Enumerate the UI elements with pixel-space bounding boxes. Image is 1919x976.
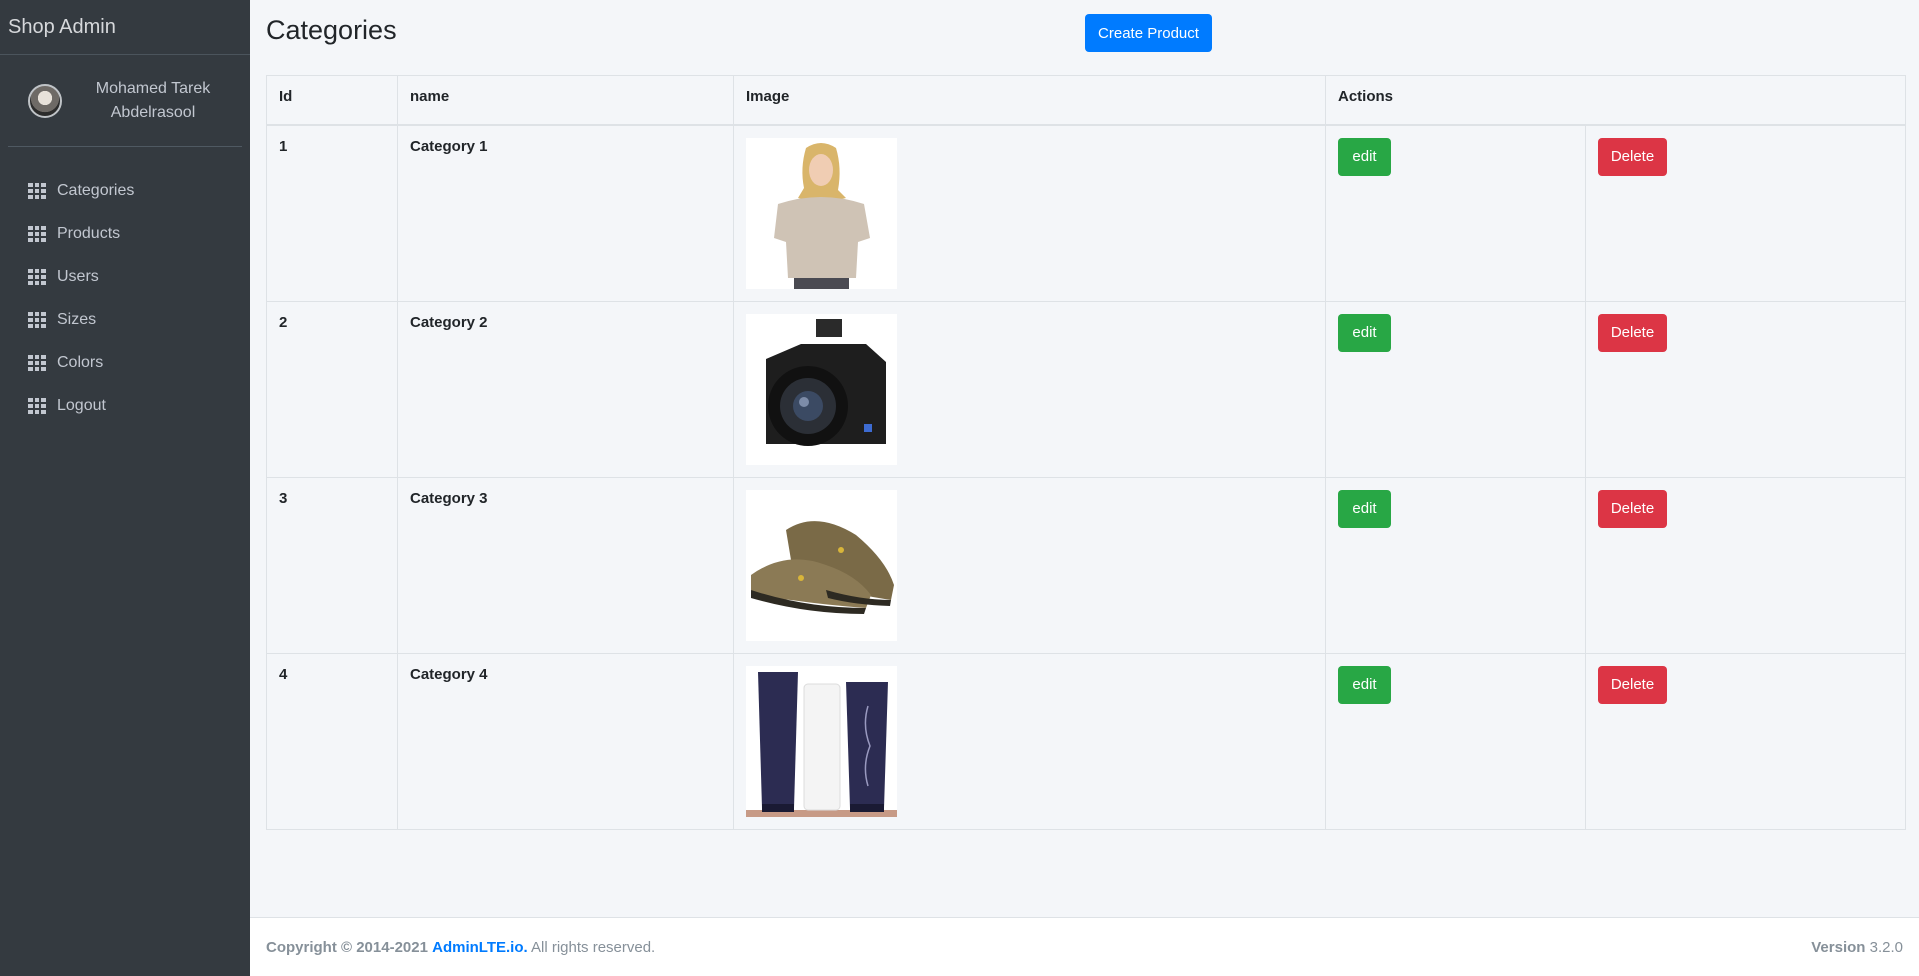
cell-id: 4 <box>266 652 398 830</box>
grid-icon <box>28 182 46 199</box>
sidebar: Shop Admin Mohamed Tarek Abdelrasool Cat… <box>0 0 250 976</box>
cell-delete: Delete <box>1584 124 1907 302</box>
sidebar-item-colors[interactable]: Colors <box>0 341 250 384</box>
cell-image <box>733 300 1326 478</box>
sidebar-item-label: Logout <box>57 396 106 414</box>
table-row: 2 Category 2 edit Delete <box>266 300 1907 478</box>
categories-table: Id name Image Actions 1 Category 1 edit … <box>266 75 1907 830</box>
table-row: 4 Category 4 edit Delete <box>266 652 1907 830</box>
cell-delete: Delete <box>1584 652 1907 830</box>
grid-icon <box>28 354 46 371</box>
footer: Copyright © 2014-2021 AdminLTE.io. All r… <box>250 917 1919 976</box>
brand[interactable]: Shop Admin <box>0 0 250 55</box>
edit-button[interactable]: edit <box>1338 137 1391 176</box>
sidebar-item-sizes[interactable]: Sizes <box>0 298 250 341</box>
shoes-photo <box>746 489 897 641</box>
avatar[interactable] <box>28 83 62 118</box>
delete-button[interactable]: Delete <box>1598 313 1667 352</box>
edit-button[interactable]: edit <box>1338 313 1391 352</box>
sidebar-item-label: Colors <box>57 353 104 371</box>
cell-name: Category 3 <box>397 476 734 654</box>
cell-delete: Delete <box>1584 476 1907 654</box>
sidebar-item-users[interactable]: Users <box>0 255 250 298</box>
column-header-id: Id <box>266 75 398 126</box>
cell-image <box>733 652 1326 830</box>
sweater-woman-photo <box>746 137 897 289</box>
main-content: Categories Create Product Id name Image … <box>250 0 1919 917</box>
copyright-text: Copyright © 2014-2021 <box>266 938 428 956</box>
cell-delete: Delete <box>1584 300 1907 478</box>
table-row: 1 Category 1 edit Delete <box>266 124 1907 302</box>
sidebar-item-label: Categories <box>57 181 135 199</box>
sidebar-item-label: Users <box>57 267 99 285</box>
edit-button[interactable]: edit <box>1338 665 1391 704</box>
cell-edit: edit <box>1325 300 1586 478</box>
version-label: Version <box>1811 938 1866 956</box>
adminlte-link[interactable]: AdminLTE.io. <box>432 939 528 956</box>
sidebar-item-products[interactable]: Products <box>0 212 250 255</box>
table-row: 3 Category 3 edit Delete <box>266 476 1907 654</box>
create-product-button[interactable]: Create Product <box>1085 14 1212 52</box>
grid-icon <box>28 311 46 328</box>
categories-table-wrapper: Id name Image Actions 1 Category 1 edit … <box>266 75 1907 830</box>
cell-id: 2 <box>266 300 398 478</box>
user-panel: Mohamed Tarek Abdelrasool <box>8 55 242 147</box>
delete-button[interactable]: Delete <box>1598 137 1667 176</box>
column-header-name: name <box>397 75 734 126</box>
cell-id: 1 <box>266 124 398 302</box>
cell-edit: edit <box>1325 652 1586 830</box>
cell-image <box>733 124 1326 302</box>
sidebar-item-label: Sizes <box>57 310 97 328</box>
cell-id: 3 <box>266 476 398 654</box>
camera-photo <box>746 313 897 465</box>
skincare-tubes-photo <box>746 665 897 817</box>
grid-icon <box>28 225 46 242</box>
sidebar-item-logout[interactable]: Logout <box>0 384 250 427</box>
cell-name: Category 4 <box>397 652 734 830</box>
column-header-image: Image <box>733 75 1326 126</box>
delete-button[interactable]: Delete <box>1598 489 1667 528</box>
footer-copyright: Copyright © 2014-2021 AdminLTE.io. All r… <box>266 939 655 956</box>
cell-name: Category 2 <box>397 300 734 478</box>
cell-edit: edit <box>1325 476 1586 654</box>
sidebar-item-label: Products <box>57 224 121 242</box>
cell-image <box>733 476 1326 654</box>
footer-version: Version 3.2.0 <box>1811 939 1903 956</box>
sidebar-nav: Categories Products Users Sizes Colors L… <box>0 147 250 427</box>
page-title: Categories <box>266 15 397 45</box>
edit-button[interactable]: edit <box>1338 489 1391 528</box>
rights-text: All rights reserved. <box>531 938 656 956</box>
column-header-actions: Actions <box>1324 75 1907 126</box>
brand-text[interactable]: Shop Admin <box>8 16 116 39</box>
cell-name: Category 1 <box>397 124 734 302</box>
grid-icon <box>28 268 46 285</box>
user-name[interactable]: Mohamed Tarek Abdelrasool <box>78 77 228 125</box>
table-header-row: Id name Image Actions <box>266 75 1907 126</box>
sidebar-item-categories[interactable]: Categories <box>0 169 250 212</box>
version-number: 3.2.0 <box>1869 938 1903 956</box>
cell-edit: edit <box>1325 124 1586 302</box>
delete-button[interactable]: Delete <box>1598 665 1667 704</box>
grid-icon <box>28 397 46 414</box>
